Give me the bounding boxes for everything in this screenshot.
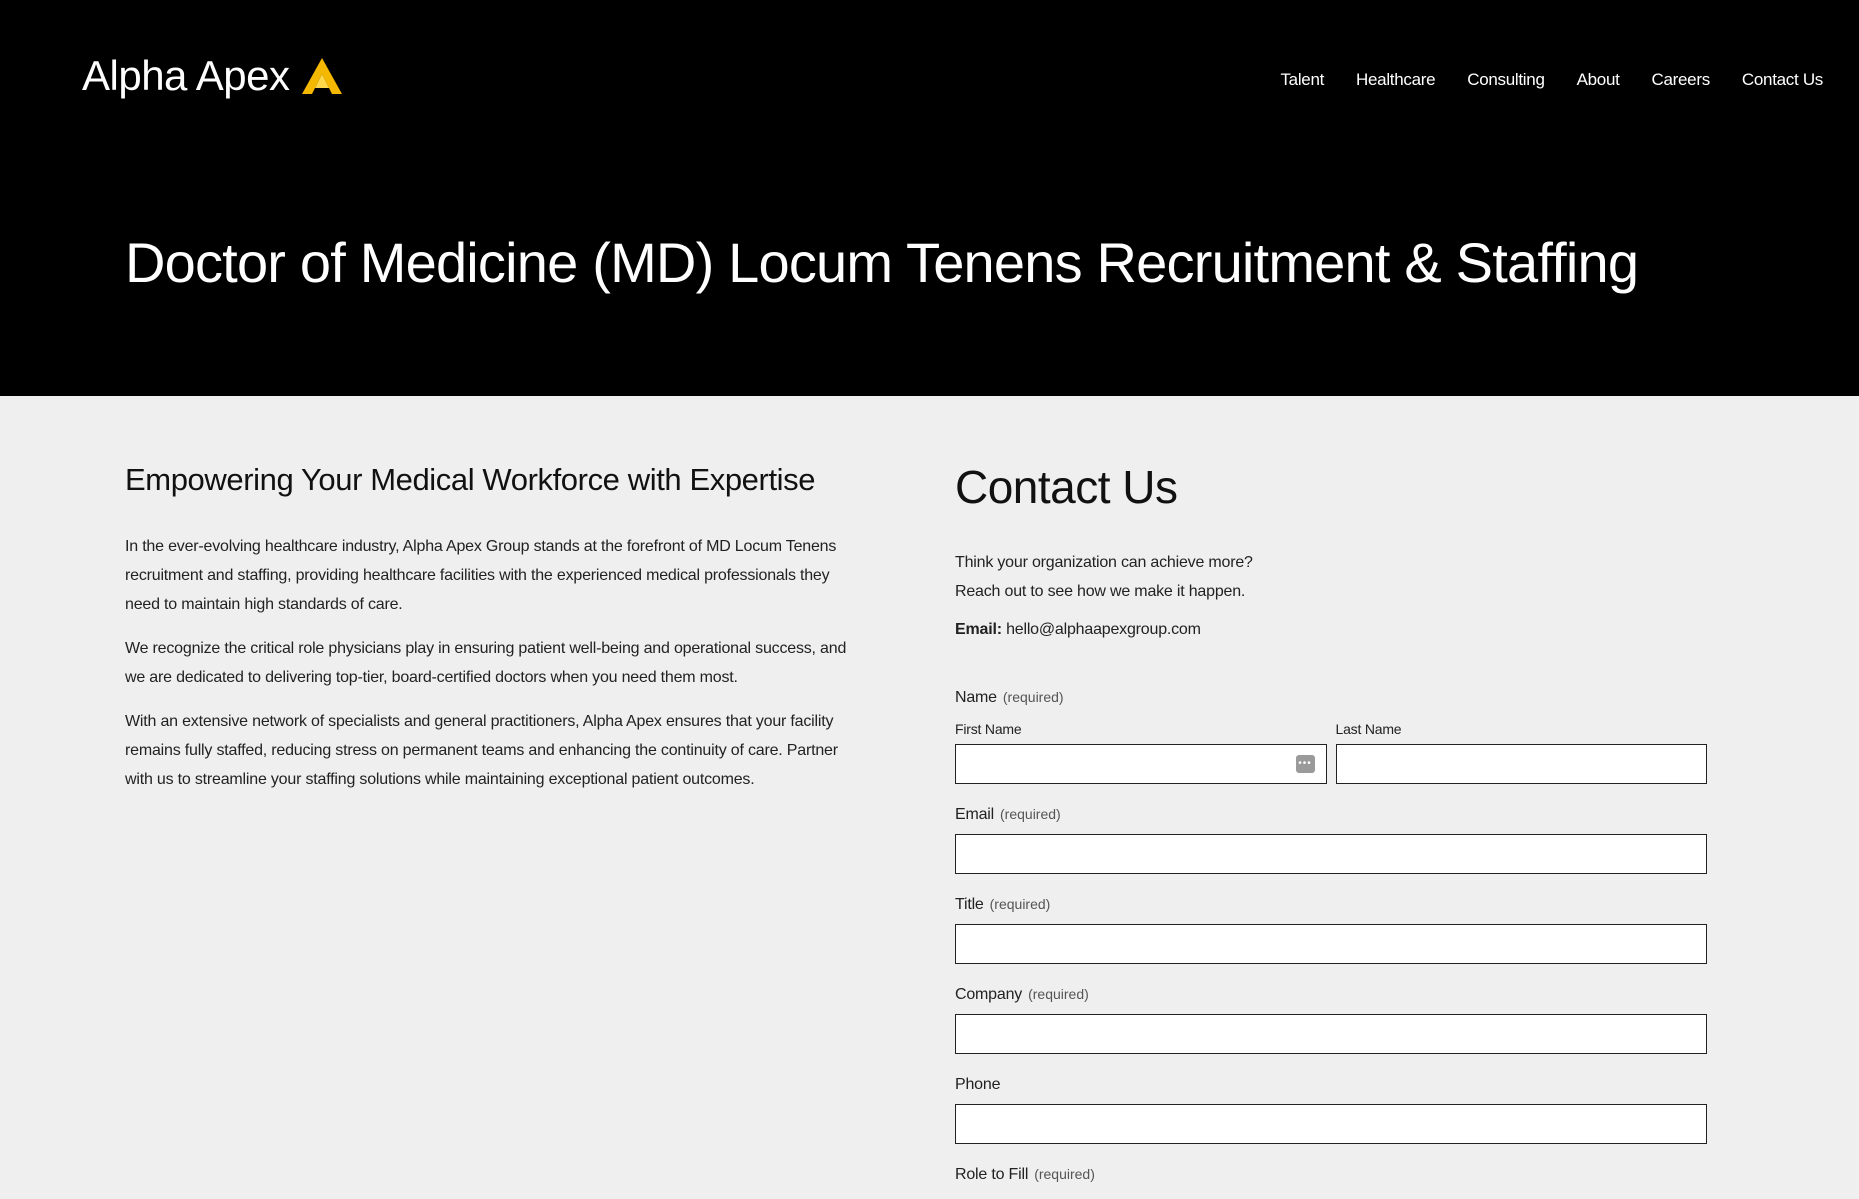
intro-paragraph: With an extensive network of specialists…	[125, 713, 838, 788]
role-field-label: Role to Fill	[955, 1166, 1029, 1183]
hero-header: Alpha Apex Talent Healthcare Consulting …	[0, 0, 1859, 396]
title-field-group: Title (required)	[955, 896, 1707, 964]
nav-item-contact-us[interactable]: Contact Us	[1742, 70, 1823, 90]
intro-heading: Empowering Your Medical Workforce with E…	[125, 462, 816, 497]
intro-paragraph: In the ever-evolving healthcare industry…	[125, 538, 837, 613]
required-marker: (required)	[1034, 1166, 1095, 1182]
email-label: Email:	[955, 621, 1002, 638]
role-field-group: Role to Fill (required)	[955, 1166, 1707, 1184]
phone-field-group: Phone	[955, 1076, 1707, 1144]
last-name-input[interactable]	[1335, 744, 1707, 784]
contact-form: Name (required) First Name ••• Last Name …	[955, 689, 1707, 1184]
contact-tagline-1: Think your organization can achieve more…	[955, 554, 1253, 571]
brand-name: Alpha Apex	[82, 52, 290, 99]
company-field-group: Company (required)	[955, 986, 1707, 1054]
intro-section: Empowering Your Medical Workforce with E…	[125, 462, 865, 809]
phone-field-label: Phone	[955, 1076, 1001, 1093]
name-label: Name	[955, 689, 997, 706]
brand-logo[interactable]: Alpha Apex	[82, 52, 342, 100]
required-marker: (required)	[1000, 806, 1061, 822]
email-field-group: Email (required)	[955, 806, 1707, 874]
first-name-input[interactable]	[955, 744, 1327, 784]
required-marker: (required)	[989, 896, 1051, 912]
email-field-label: Email	[955, 806, 995, 823]
phone-input[interactable]	[955, 1104, 1707, 1144]
email-link[interactable]: hello@alphaapexgroup.com	[1006, 621, 1201, 638]
contact-email: Email: hello@alphaapexgroup.com	[955, 621, 1707, 639]
company-input[interactable]	[955, 1014, 1707, 1054]
nav-item-careers[interactable]: Careers	[1652, 70, 1711, 90]
contact-heading: Contact Us	[955, 461, 1178, 513]
contact-section: Contact Us Think your organization can a…	[955, 460, 1707, 1184]
autofill-icon[interactable]: •••	[1295, 755, 1315, 773]
nav-item-talent[interactable]: Talent	[1280, 70, 1324, 90]
required-marker: (required)	[1028, 986, 1089, 1002]
intro-paragraph: We recognize the critical role physician…	[125, 640, 847, 686]
first-name-label: First Name	[955, 721, 1022, 737]
title-field-label: Title	[955, 896, 984, 913]
nav-item-healthcare[interactable]: Healthcare	[1356, 70, 1436, 90]
page-title: Doctor of Medicine (MD) Locum Tenens Rec…	[125, 231, 1639, 294]
apex-triangle-icon	[301, 58, 342, 94]
required-marker: (required)	[1002, 689, 1064, 705]
last-name-label: Last Name	[1335, 721, 1402, 737]
nav-item-about[interactable]: About	[1577, 70, 1620, 90]
nav-item-consulting[interactable]: Consulting	[1467, 70, 1545, 90]
name-field-group: Name (required) First Name ••• Last Name	[955, 689, 1707, 784]
contact-tagline-2: Reach out to see how we make it happen.	[955, 583, 1246, 600]
main-nav: Talent Healthcare Consulting About Caree…	[1280, 70, 1823, 90]
email-input[interactable]	[955, 834, 1707, 874]
company-field-label: Company	[955, 986, 1023, 1003]
title-input[interactable]	[955, 924, 1707, 964]
